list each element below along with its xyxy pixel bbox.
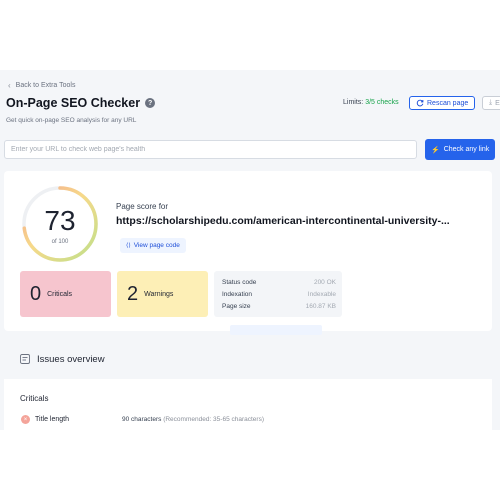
warnings-label: Warnings	[144, 290, 174, 298]
page-size-label: Page size	[222, 303, 251, 310]
url-input[interactable]	[4, 140, 417, 159]
rescan-button[interactable]: Rescan page	[409, 96, 476, 110]
page-info-panel: Status code 200 OK Indexation Indexable …	[214, 271, 342, 317]
issues-overview-header: Issues overview	[4, 340, 492, 378]
issue-name: Title length	[35, 416, 69, 423]
indexation-value: Indexable	[307, 291, 336, 298]
app-window: ‹ Back to Extra Tools On-Page SEO Checke…	[0, 70, 500, 430]
criticals-stat[interactable]: 0 Criticals	[20, 271, 111, 317]
back-link[interactable]: ‹ Back to Extra Tools	[8, 81, 75, 90]
indexation-label: Indexation	[222, 291, 252, 298]
view-page-code-button[interactable]: ⟨⟩ View page code	[120, 238, 186, 253]
rescan-button-label: Rescan page	[427, 99, 469, 107]
criticals-section: Criticals × Title length 90 characters (…	[4, 379, 492, 430]
warnings-count: 2	[127, 282, 139, 305]
page-score-url: https://scholarshipedu.com/american-inte…	[116, 215, 450, 227]
criticals-count: 0	[30, 282, 42, 305]
indexation-row: Indexation Indexable	[222, 291, 336, 298]
back-link-label: Back to Extra Tools	[15, 82, 76, 89]
view-page-code-label: View page code	[133, 242, 180, 249]
export-button-label: Ex	[495, 99, 500, 107]
status-code-row: Status code 200 OK	[222, 279, 336, 286]
score-value: 73	[44, 205, 76, 236]
issue-value-text: 90 characters	[122, 416, 162, 423]
score-max-label: of 100	[51, 239, 69, 245]
criticals-label: Criticals	[47, 290, 73, 298]
status-code-label: Status code	[222, 279, 257, 286]
check-link-button-label: Check any link	[443, 146, 490, 153]
list-icon	[20, 354, 30, 364]
page-title: On-Page SEO Checker ?	[6, 96, 156, 110]
check-link-button[interactable]: ⚡ Check any link	[425, 139, 495, 160]
lightning-icon: ⚡	[431, 146, 440, 154]
page-score-label: Page score for	[116, 202, 169, 211]
limits-label: Limits:	[343, 99, 364, 106]
export-icon: ⤓	[489, 99, 493, 106]
limits-indicator: Limits: 3/5 checks	[343, 99, 399, 106]
issues-overview-title: Issues overview	[37, 353, 105, 365]
help-icon[interactable]: ?	[145, 98, 156, 108]
page-subtitle: Get quick on-page SEO analysis for any U…	[6, 117, 137, 124]
critical-x-icon: ×	[21, 415, 30, 424]
page-size-value: 160.87 KB	[305, 303, 336, 310]
status-code-value: 200 OK	[313, 279, 336, 286]
warnings-stat[interactable]: 2 Warnings	[117, 271, 208, 317]
score-card: 73 of 100 Page score for https://scholar…	[4, 171, 492, 335]
export-button[interactable]: ⤓ Ex	[482, 96, 500, 110]
issue-value: 90 characters (Recommended: 35-65 charac…	[122, 416, 264, 423]
page-size-row: Page size 160.87 KB	[222, 303, 336, 310]
limits-value: 3/5 checks	[365, 99, 399, 106]
refresh-icon	[416, 99, 424, 107]
code-icon: ⟨⟩	[126, 243, 131, 249]
page-title-text: On-Page SEO Checker	[6, 96, 141, 110]
faded-placeholder-button	[230, 325, 322, 335]
criticals-heading: Criticals	[20, 394, 49, 403]
issue-recommendation: (Recommended: 35-65 characters)	[163, 416, 264, 423]
chevron-left-icon: ‹	[8, 81, 11, 90]
